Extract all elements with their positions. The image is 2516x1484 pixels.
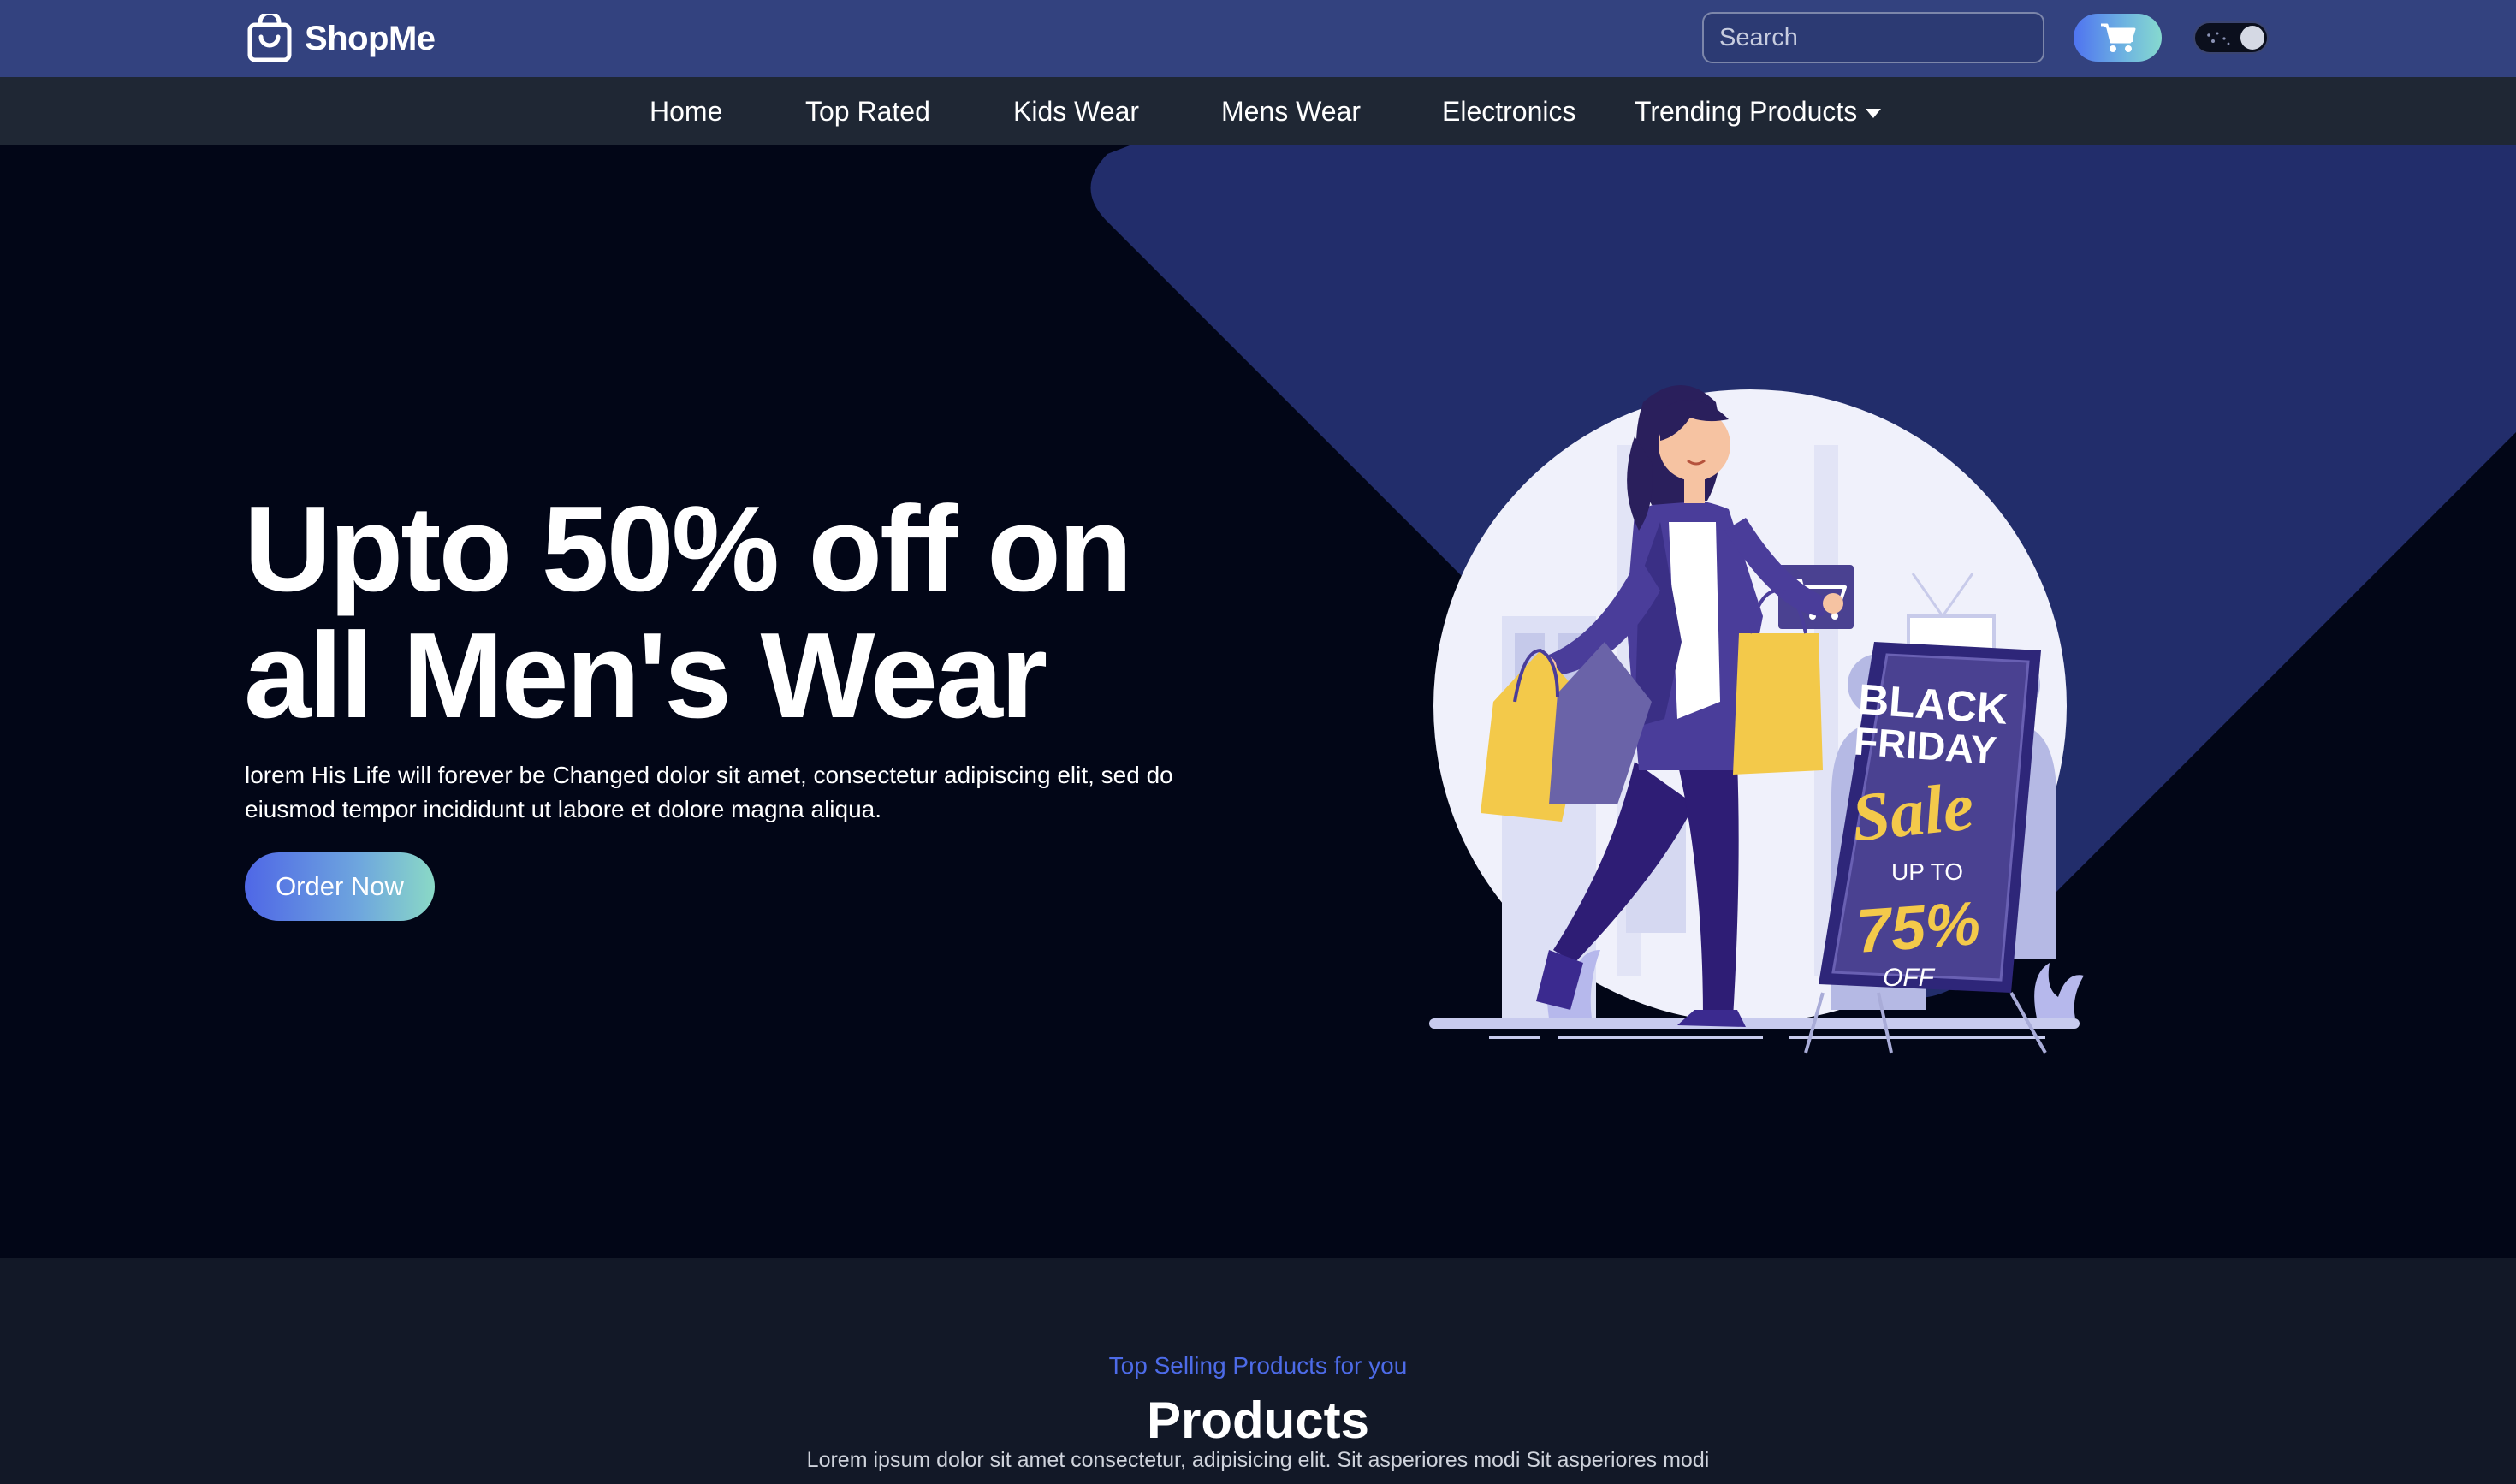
theme-toggle[interactable] [2193, 21, 2269, 54]
nav-item-top-rated[interactable]: Top Rated [805, 77, 930, 145]
nav-item-electronics[interactable]: Electronics [1442, 77, 1576, 145]
cart-button[interactable] [2074, 14, 2162, 62]
order-now-button[interactable]: Order Now [245, 852, 435, 921]
sign-sale-text: Sale [1848, 769, 1978, 856]
products-subtitle: Top Selling Products for you [1108, 1352, 1408, 1379]
nav-item-home[interactable]: Home [650, 77, 722, 145]
sign-off-text: OFF [1883, 964, 1936, 992]
main-nav: Home Top Rated Kids Wear Mens Wear Elect… [0, 77, 2516, 145]
nav-item-trending-products[interactable]: Trending Products [1635, 77, 1882, 145]
nav-item-kids-wear[interactable]: Kids Wear [1013, 77, 1139, 145]
hero-title: Upto 50% off on all Men's Wear [244, 486, 1356, 739]
nav-item-trending-label: Trending Products [1635, 96, 1858, 127]
caret-down-icon [1866, 109, 1882, 119]
products-description: Lorem ipsum dolor sit amet consectetur, … [806, 1448, 1710, 1472]
products-title: Products [1146, 1392, 1370, 1449]
top-header: ShopMe [0, 0, 2516, 77]
search-input[interactable] [1702, 12, 2044, 63]
sign-upto-text: UP TO [1891, 858, 1963, 885]
shopping-bag-icon [247, 14, 292, 62]
sign-percent-text: 75% [1854, 889, 1982, 966]
theme-toggle-icon [2207, 32, 2230, 45]
hero-description: lorem His Life will forever be Changed d… [245, 762, 1173, 822]
hero-title-line-1: Upto 50% off on [244, 481, 1133, 617]
shopping-woman-illustration: BLACK FRIDAY Sale UP TO 75% OFF [1429, 385, 2084, 1054]
hero-title-line-2: all Men's Wear [244, 608, 1047, 744]
products-section: Top Selling Products for you Products Lo… [0, 1258, 2516, 1484]
nav-item-mens-wear[interactable]: Mens Wear [1221, 77, 1361, 145]
cart-icon [2100, 23, 2135, 52]
brand-name: ShopMe [305, 19, 436, 57]
hero-section: Upto 50% off on all Men's Wear lorem His… [0, 145, 2516, 1258]
toggle-knob [2240, 26, 2264, 50]
brand-logo[interactable]: ShopMe [246, 14, 436, 63]
